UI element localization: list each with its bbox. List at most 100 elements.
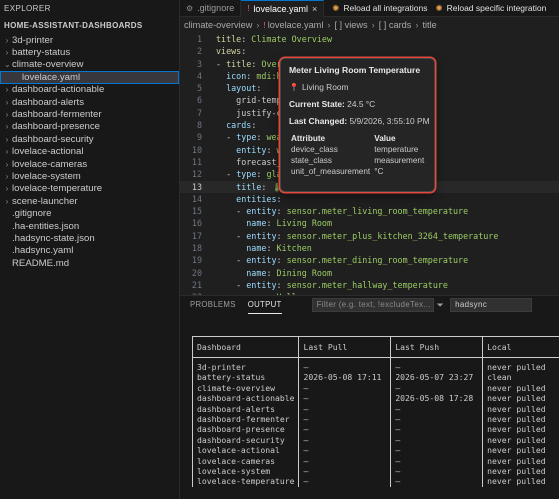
folder-item[interactable]: › dashboard-actionable: [0, 84, 179, 96]
file-item[interactable]: .ha-entities.json: [0, 220, 179, 232]
file-item[interactable]: .gitignore: [0, 207, 179, 219]
folder-item[interactable]: › lovelace-cameras: [0, 158, 179, 170]
tab-problems[interactable]: PROBLEMS: [190, 296, 236, 314]
table-cell: never pulled: [482, 434, 559, 446]
table-cell: never pulled: [482, 445, 559, 456]
line-number: 20: [191, 267, 202, 278]
code-line: 2 views:: [180, 45, 559, 57]
workspace-folder[interactable]: HOME-ASSISTANT-DASHBOARDS: [0, 18, 179, 34]
folder-item[interactable]: › 3d-printer: [0, 34, 179, 46]
reload-specific-integration-button[interactable]: Reload specific integration: [447, 3, 547, 13]
folder-item[interactable]: › dashboard-security: [0, 133, 179, 145]
output-text: Dashboard Last Pull Last Push Local 3d-print…: [191, 336, 559, 487]
file-item[interactable]: README.md: [0, 257, 179, 269]
tab-output[interactable]: OUTPUT: [247, 296, 282, 314]
tree-item-label: lovelace-system: [12, 170, 81, 182]
popup-current-state: Current State: 24.5 °C: [289, 99, 376, 109]
home-assistant-icon: ✺: [435, 2, 443, 13]
panel-tabs: PROBLEMS OUTPUT Filter (e.g. text, !excl…: [180, 296, 559, 314]
table-cell: never pulled: [482, 476, 559, 487]
tree-item-label: dashboard-security: [12, 133, 94, 145]
table-cell: —: [298, 445, 391, 456]
table-cell: never pulled: [482, 382, 559, 394]
table-cell: —: [298, 455, 391, 467]
code-text: forecast_t: [216, 156, 287, 167]
table-cell: 2026-05-08 17:11: [298, 372, 391, 383]
table-cell: 2026-05-08 17:28: [390, 393, 483, 404]
table-cell: dashboard-alerts: [191, 403, 299, 415]
chevron-right-icon: ›: [5, 171, 9, 181]
table-cell: climate-overview: [191, 382, 299, 394]
table-cell: —: [390, 424, 483, 435]
chevron-right-icon: ›: [5, 196, 9, 206]
tree-item-label: dashboard-alerts: [12, 96, 84, 108]
code-line: 16 name: Living Room: [180, 217, 559, 229]
tree-item-label: 3d-printer: [12, 34, 54, 46]
table-cell: —: [298, 424, 391, 435]
close-tab-icon[interactable]: ×: [312, 4, 317, 14]
folder-item[interactable]: ⌄ climate-overview: [0, 59, 179, 71]
table-cell: —: [298, 434, 391, 446]
breadcrumb-item[interactable]: [ ] cards: [379, 20, 412, 30]
folder-item[interactable]: › lovelace-system: [0, 170, 179, 182]
code-text: name: Living Room: [246, 218, 332, 229]
table-row: dashboard-security — — never pulled: [191, 434, 559, 446]
tree-item-label: scene-launcher: [12, 195, 78, 207]
table-cell: dashboard-presence: [191, 424, 299, 435]
table-row: lovelace-temperature — — never pulled: [191, 476, 559, 487]
code-text: - entity: sensor.meter_living_room_tempe…: [236, 206, 469, 217]
chevron-right-icon: ›: [371, 20, 375, 30]
table-cell: —: [298, 393, 391, 404]
breadcrumb-item[interactable]: lovelace.yaml: [268, 20, 324, 30]
settings-file-icon: ⚙: [186, 3, 194, 13]
breadcrumb-item[interactable]: climate-overview: [184, 20, 252, 30]
line-number: 4: [196, 70, 202, 81]
tree-item-label: .hadsync-state.json: [12, 232, 95, 244]
breadcrumb-item[interactable]: title: [422, 20, 436, 30]
output-filter-input[interactable]: Filter (e.g. text, !excludeTex...: [311, 298, 434, 312]
line-number: 2: [196, 46, 202, 57]
filter-icon[interactable]: ⏷: [437, 300, 445, 311]
tree-item-label: lovelace-temperature: [12, 183, 103, 195]
tree-item-label: lovelace.yaml: [22, 71, 81, 83]
file-item[interactable]: .hadsync-state.json: [0, 232, 179, 244]
table-row: dashboard-alerts — — never pulled: [191, 403, 559, 415]
folder-item[interactable]: › lovelace-temperature: [0, 183, 179, 195]
table-row: lovelace-system — — never pulled: [191, 466, 559, 477]
reload-all-integrations-button[interactable]: Reload all integrations: [343, 3, 427, 13]
table-cell: —: [390, 445, 483, 456]
table-cell: never pulled: [482, 357, 559, 373]
table-cell: —: [390, 414, 483, 425]
table-row: 3d-printer — — never pulled: [191, 357, 559, 373]
file-item[interactable]: lovelace.yaml: [0, 71, 179, 84]
table-cell: —: [390, 382, 483, 394]
line-number: 8: [196, 120, 202, 131]
folder-item[interactable]: › lovelace-actional: [0, 146, 179, 158]
file-item[interactable]: .hadsync.yaml: [0, 245, 179, 257]
table-cell: battery-status: [191, 372, 299, 383]
table-row: lovelace-actional — — never pulled: [191, 445, 559, 456]
table-cell: dashboard-security: [191, 434, 299, 446]
table-cell: never pulled: [482, 414, 559, 425]
breadcrumb-item[interactable]: [ ] views: [334, 20, 367, 30]
folder-item[interactable]: › dashboard-presence: [0, 121, 179, 133]
tab-gitignore[interactable]: ⚙ .gitignore: [180, 0, 242, 17]
table-cell: —: [390, 357, 483, 373]
folder-item[interactable]: › battery-status: [0, 46, 179, 58]
folder-item[interactable]: › dashboard-fermenter: [0, 108, 179, 120]
bottom-panel: PROBLEMS OUTPUT Filter (e.g. text, !excl…: [180, 295, 559, 499]
folder-item[interactable]: › dashboard-alerts: [0, 96, 179, 108]
popup-last-changed: Last Changed: 5/9/2026, 3:55:10 PM: [289, 116, 430, 126]
value-header: Value: [374, 134, 396, 143]
output-channel-select[interactable]: hadsync: [450, 298, 533, 312]
tree-item-label: lovelace-actional: [12, 146, 84, 158]
folder-item[interactable]: › scene-launcher: [0, 195, 179, 207]
home-assistant-icon: ✺: [332, 2, 340, 13]
line-number: 3: [196, 58, 202, 69]
code-text: - entity: sensor.meter_dining_room_tempe…: [236, 255, 469, 266]
chevron-right-icon: ›: [5, 35, 9, 45]
tab-lovelace-yaml[interactable]: ! lovelace.yaml ×: [241, 0, 325, 17]
code-line: 18 name: Kitchen: [180, 242, 559, 254]
code-text: - type: glan: [226, 169, 287, 180]
breadcrumb: climate-overview › ! lovelace.yaml › [ ]…: [180, 17, 559, 33]
